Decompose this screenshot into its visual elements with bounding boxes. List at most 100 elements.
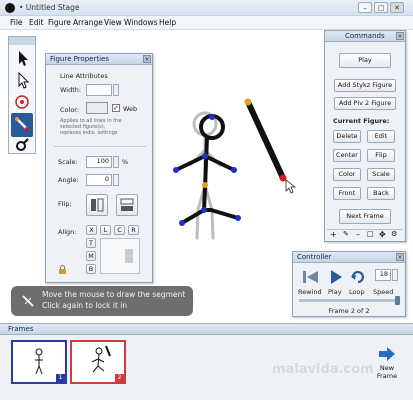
align-middle-button[interactable]: M xyxy=(86,251,96,261)
frame-number: 1 xyxy=(56,374,65,382)
tool-palette-titlebar[interactable] xyxy=(9,37,35,45)
minimize-button[interactable]: – xyxy=(358,2,372,13)
hint-line-2: Click again to lock it in xyxy=(42,301,128,310)
width-stepper[interactable] xyxy=(113,84,119,96)
loop-label: Loop xyxy=(349,288,365,296)
controller-play-button[interactable] xyxy=(327,268,345,286)
commands-toolbar: + ✎ – □ ✥ ⚙ xyxy=(327,229,403,240)
pivot-tool[interactable] xyxy=(11,91,33,115)
angle-stepper[interactable] xyxy=(113,174,119,186)
figure-properties-panel: Figure Properties × Line Attributes Widt… xyxy=(45,53,153,283)
align-center-button[interactable]: C xyxy=(114,225,125,235)
frame-slider-track[interactable] xyxy=(299,299,399,302)
menu-windows[interactable]: Windows xyxy=(124,18,157,27)
play-icon xyxy=(331,270,342,284)
flip-vertical-button[interactable] xyxy=(116,194,138,216)
stick-figure xyxy=(174,114,240,225)
menu-file[interactable]: File xyxy=(10,18,23,27)
speed-field[interactable]: 18 xyxy=(375,269,391,281)
commands-panel: Commands × Play Add Stykz Figure Add Piv… xyxy=(324,30,406,242)
speed-stepper[interactable] xyxy=(392,269,398,281)
menu-view[interactable]: View xyxy=(104,18,122,27)
add-stykz-figure-button[interactable]: Add Stykz Figure xyxy=(334,79,396,92)
new-frame-label: New Frame xyxy=(376,364,398,380)
line-attributes-heading: Line Attributes xyxy=(60,72,108,80)
align-preview xyxy=(100,238,140,274)
width-label: Width: xyxy=(60,86,82,94)
menu-arrange[interactable]: Arrange xyxy=(73,18,103,27)
back-button[interactable]: Back xyxy=(367,187,395,200)
delete-button[interactable]: Delete xyxy=(333,130,361,143)
align-top-button[interactable]: T xyxy=(86,238,96,248)
new-frame-button[interactable]: New Frame xyxy=(372,344,402,384)
arrow-icon xyxy=(19,51,28,66)
loop-button[interactable] xyxy=(349,268,367,286)
select-arrow-tool[interactable] xyxy=(11,47,33,71)
menu-help[interactable]: Help xyxy=(159,18,176,27)
align-left-button[interactable]: L xyxy=(100,225,111,235)
pencil-icon[interactable]: ✎ xyxy=(343,230,349,238)
align-x-button[interactable]: X xyxy=(86,225,97,235)
commands-title: Commands xyxy=(345,32,385,40)
web-checkbox[interactable]: ✓ xyxy=(112,104,120,112)
menu-bar: File Edit Figure Arrange View Windows He… xyxy=(0,16,413,30)
square-icon[interactable]: □ xyxy=(367,230,374,238)
lock-icon[interactable] xyxy=(58,265,66,274)
app-icon xyxy=(5,3,15,13)
settings-icon[interactable]: ⚙ xyxy=(391,230,397,238)
next-frame-button[interactable]: Next Frame xyxy=(339,209,391,224)
add-icon[interactable]: + xyxy=(330,230,337,239)
frames-header xyxy=(0,324,413,335)
flip-horizontal-icon xyxy=(91,198,104,212)
frame-status: Frame 2 of 2 xyxy=(328,307,370,315)
color-button[interactable]: Color xyxy=(333,168,361,181)
new-segment xyxy=(244,98,297,194)
figure-properties-title: Figure Properties xyxy=(50,55,109,63)
maximize-button[interactable]: □ xyxy=(374,2,388,13)
add-figure-tool[interactable] xyxy=(11,135,33,159)
controller-panel: Controller × 18 Rewind Play Loop Speed F… xyxy=(292,251,406,317)
angle-field[interactable]: 0 xyxy=(86,174,112,186)
draw-segment-tool[interactable] xyxy=(11,113,33,137)
speed-label: Speed xyxy=(373,288,394,296)
align-right-button[interactable]: R xyxy=(128,225,139,235)
color-label: Color: xyxy=(60,106,80,114)
color-swatch[interactable] xyxy=(86,102,108,114)
tool-palette xyxy=(8,36,36,154)
scale-field[interactable]: 100 xyxy=(86,156,112,168)
window-title: • Untitled Stage xyxy=(19,3,80,12)
edit-button[interactable]: Edit xyxy=(367,130,395,143)
flip-label: Flip: xyxy=(58,200,72,208)
minus-icon[interactable]: – xyxy=(356,230,360,239)
select-point-tool[interactable] xyxy=(11,69,33,93)
move-icon[interactable]: ✥ xyxy=(379,230,386,239)
menu-edit[interactable]: Edit xyxy=(29,18,44,27)
menu-figure[interactable]: Figure xyxy=(48,18,71,27)
play-button[interactable]: Play xyxy=(339,53,391,68)
close-button[interactable]: ✕ xyxy=(390,2,404,13)
title-bar: • Untitled Stage – □ ✕ xyxy=(0,0,413,16)
scale-unit: % xyxy=(122,158,129,166)
rewind-icon xyxy=(303,271,318,283)
frame-thumbnail[interactable]: 1 xyxy=(11,340,67,384)
figure-properties-close-icon[interactable]: × xyxy=(143,55,151,63)
commands-close-icon[interactable]: × xyxy=(396,32,404,40)
add-piv2-figure-button[interactable]: Add Piv 2 Figure xyxy=(334,97,396,110)
controller-close-icon[interactable]: × xyxy=(396,253,404,261)
center-button[interactable]: Center xyxy=(333,149,361,162)
width-field[interactable] xyxy=(86,84,112,96)
scale-button[interactable]: Scale xyxy=(367,168,395,181)
align-label: Align: xyxy=(58,228,77,236)
hint-line-1: Move the mouse to draw the segment xyxy=(42,290,186,299)
frame-thumbnail[interactable]: 2 xyxy=(70,340,126,384)
scale-stepper[interactable] xyxy=(113,156,119,168)
controller-title: Controller xyxy=(297,253,332,261)
rewind-button[interactable] xyxy=(301,268,321,286)
align-bottom-button[interactable]: B xyxy=(86,264,96,274)
flip-horizontal-button[interactable] xyxy=(86,194,108,216)
flip-button[interactable]: Flip xyxy=(367,149,395,162)
front-button[interactable]: Front xyxy=(333,187,361,200)
applies-note: Applies to all lines in the selected fig… xyxy=(60,118,122,136)
hint-tooltip: Move the mouse to draw the segment Click… xyxy=(11,286,193,316)
frame-slider-thumb[interactable] xyxy=(395,296,400,305)
